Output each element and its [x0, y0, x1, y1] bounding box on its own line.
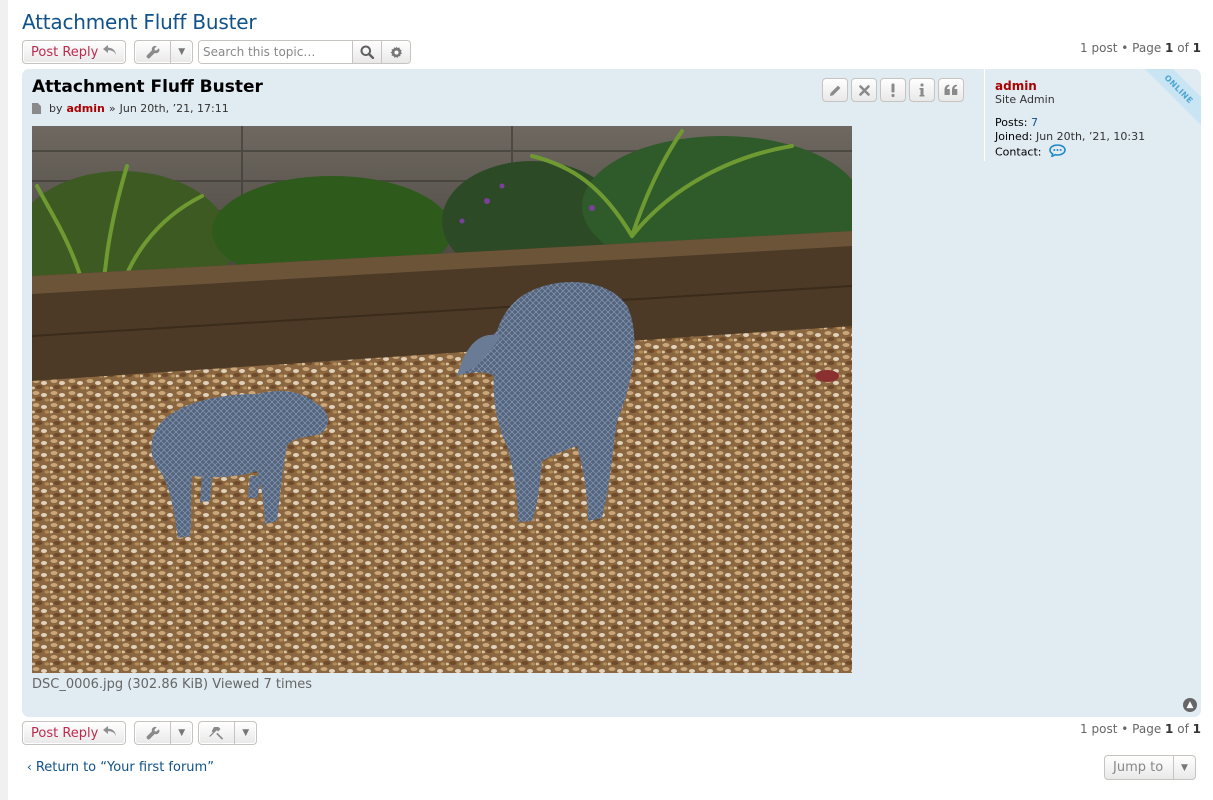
chevron-down-icon: ▼ [1173, 756, 1195, 779]
speech-bubble-icon[interactable] [1049, 144, 1066, 161]
post-reply-button-bottom[interactable]: Post Reply [22, 721, 127, 745]
edit-button[interactable] [822, 78, 848, 102]
info-icon [919, 83, 925, 97]
separator: • [1121, 722, 1129, 736]
wrench-icon [135, 722, 170, 744]
pencil-icon [829, 85, 840, 96]
delete-button[interactable] [851, 78, 877, 102]
total-pages: 1 [1192, 722, 1201, 736]
joined-date: Jun 20th, ’21, 10:31 [1035, 130, 1146, 143]
separator: • [1121, 41, 1129, 55]
pagination-bottom: 1 post • Page 1 of 1 [1080, 722, 1201, 736]
total-pages: 1 [1192, 41, 1201, 55]
exclamation-icon [891, 83, 895, 97]
contact-label: Contact: [995, 145, 1042, 159]
page-word: Page [1132, 722, 1162, 736]
hammer-icon [199, 722, 234, 744]
post-title[interactable]: Attachment Fluff Buster [32, 77, 263, 97]
return-to-forum-link[interactable]: ‹ Return to “Your first forum” [27, 760, 214, 775]
posts-count-link[interactable]: 7 [1031, 116, 1038, 129]
return-link-text: Return to “Your first forum” [35, 760, 214, 775]
post-meta: by admin » Jun 20th, ’21, 17:11 [32, 102, 229, 115]
of-word: of [1177, 41, 1189, 55]
left-edge-strip [0, 0, 8, 800]
reply-icon [103, 725, 117, 741]
moderator-tools-button[interactable]: ▼ [198, 721, 257, 745]
of-word: of [1177, 722, 1189, 736]
meta-separator: » [108, 102, 116, 115]
post-date: Jun 20th, ’21, 17:11 [119, 102, 229, 115]
info-button[interactable] [909, 78, 935, 102]
post-reply-label: Post Reply [31, 725, 99, 741]
post-count: 1 post [1080, 722, 1118, 736]
current-page: 1 [1165, 722, 1174, 736]
close-icon [858, 84, 870, 96]
chevron-down-icon: ▼ [170, 41, 192, 63]
reply-icon [103, 44, 117, 60]
jump-to-label: Jump to [1113, 760, 1164, 775]
document-icon[interactable] [32, 103, 41, 114]
topic-tools-button-bottom[interactable]: ▼ [134, 721, 193, 745]
current-page: 1 [1165, 41, 1174, 55]
topic-search-box [198, 40, 411, 64]
topic-title[interactable]: Attachment Fluff Buster [22, 10, 257, 34]
chevron-left-icon: ‹ [27, 760, 32, 774]
joined-label: Joined: [995, 130, 1033, 143]
search-button[interactable] [352, 41, 381, 63]
gear-icon [390, 45, 402, 58]
post-reply-button[interactable]: Post Reply [22, 40, 127, 64]
post-author-link[interactable]: admin [67, 102, 105, 115]
post-count: 1 post [1080, 41, 1118, 55]
advanced-search-button[interactable] [381, 41, 410, 63]
posts-label: Posts: [995, 116, 1028, 129]
profile-joined: Joined: Jun 20th, ’21, 10:31 [995, 130, 1201, 144]
report-button[interactable] [880, 78, 906, 102]
by-label: by [49, 102, 63, 115]
post-buttons [822, 78, 964, 102]
profile-contact: Contact: [995, 144, 1201, 161]
chevron-down-icon: ▼ [234, 722, 256, 744]
post-container: Attachment Fluff Buster by admin » Jun 2… [22, 69, 1201, 717]
quote-button[interactable] [938, 78, 964, 102]
topic-tools-button[interactable]: ▼ [134, 40, 193, 64]
jump-to-dropdown[interactable]: Jump to ▼ [1104, 755, 1196, 780]
back-to-top-button[interactable]: ▲ [1183, 698, 1197, 712]
chevron-down-icon: ▼ [170, 722, 192, 744]
search-icon [360, 45, 374, 59]
search-input[interactable] [199, 41, 352, 63]
post-reply-label: Post Reply [31, 44, 99, 60]
chevron-up-icon: ▲ [1186, 700, 1194, 710]
profile-posts: Posts: 7 [995, 116, 1201, 130]
wrench-icon [135, 41, 170, 63]
attachment-caption: DSC_0006.jpg (302.86 KiB) Viewed 7 times [32, 677, 313, 692]
page-word: Page [1132, 41, 1162, 55]
attachment-image[interactable] [32, 126, 852, 673]
pagination-top: 1 post • Page 1 of 1 [1080, 41, 1201, 55]
quote-icon [944, 84, 958, 95]
